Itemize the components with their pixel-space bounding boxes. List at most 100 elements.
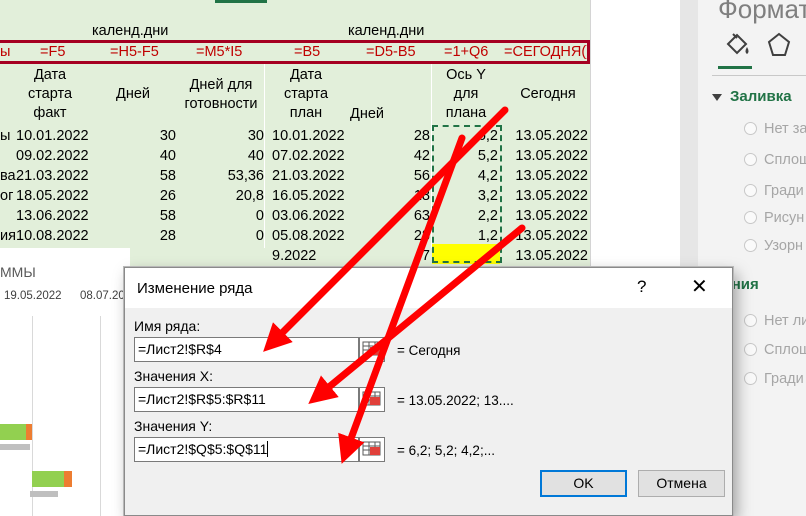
- edit-series-dialog: Изменение ряда ? ✕ Имя ряда: =Лист2!$R$4…: [124, 267, 733, 516]
- header-start-plan[interactable]: Дата старта план: [276, 66, 336, 123]
- close-button[interactable]: ✕: [691, 274, 708, 299]
- chart-title-fragment: ММЫ: [0, 264, 36, 280]
- range-picker-icon[interactable]: [359, 337, 385, 362]
- cell-f-row-1[interactable]: 10.01.2022: [16, 126, 96, 146]
- cell-r-row-5[interactable]: 13.05.2022: [504, 206, 588, 226]
- line-option-gradient[interactable]: Гради: [744, 371, 804, 387]
- cell-r-row-6[interactable]: 13.05.2022: [504, 226, 588, 246]
- pane-title: Формат: [718, 0, 806, 24]
- header-days-ready[interactable]: Дней для готовности: [178, 76, 264, 114]
- cancel-button[interactable]: Отмена: [638, 470, 725, 497]
- radio-icon: [744, 372, 757, 385]
- radio-icon: [744, 343, 757, 356]
- cell-m-row-1[interactable]: 30: [180, 126, 264, 146]
- cell-r-row-4[interactable]: 13.05.2022: [504, 186, 588, 206]
- effects-icon[interactable]: [764, 30, 796, 60]
- cell-h-row-4[interactable]: 26: [100, 186, 176, 206]
- label-calendar-days-1[interactable]: календ.дни: [92, 21, 168, 41]
- active-tab-indicator: [718, 66, 752, 69]
- cell-h-row-5[interactable]: 58: [100, 206, 176, 226]
- dialog-title: Изменение ряда: [137, 280, 253, 297]
- cell-h-row-1[interactable]: 30: [100, 126, 176, 146]
- cell-d-row-3[interactable]: 56: [350, 166, 430, 186]
- ok-button[interactable]: OK: [540, 470, 627, 497]
- header-days-2[interactable]: Дней: [342, 105, 392, 124]
- cell-b-row-3[interactable]: 21.03.2022: [272, 166, 350, 186]
- chart-bar[interactable]: [32, 471, 64, 487]
- cell-d-row-7[interactable]: 7: [350, 246, 430, 266]
- cell-d-row-4[interactable]: 18: [350, 186, 430, 206]
- chart-bar[interactable]: [64, 471, 72, 487]
- header-days[interactable]: Дней: [108, 85, 158, 104]
- chart-axis-date: 19.05.2022: [4, 290, 62, 302]
- cell-r-row-2[interactable]: 13.05.2022: [504, 146, 588, 166]
- label-calendar-days-2[interactable]: календ.дни: [348, 21, 424, 41]
- cell-m-row-6[interactable]: 0: [180, 226, 264, 246]
- cell-b-row-5[interactable]: 03.06.2022: [272, 206, 350, 226]
- x-values-preview: = 13.05.2022; 13....: [397, 393, 514, 408]
- y-values-label: Значения Y:: [134, 418, 213, 434]
- radio-icon: [744, 211, 757, 224]
- cell-b-row-1[interactable]: 10.01.2022: [272, 126, 350, 146]
- cell-h-row-2[interactable]: 40: [100, 146, 176, 166]
- series-name-label: Имя ряда:: [134, 318, 201, 334]
- spreadsheet-grid[interactable]: календ.дни календ.дни ы =F5 =H5-F5 =M5*I…: [0, 0, 590, 270]
- series-name-input[interactable]: =Лист2!$R$4: [134, 337, 359, 362]
- fill-option-picture[interactable]: Рисун: [744, 210, 804, 226]
- collapse-icon: [712, 93, 722, 101]
- chart-axis-date: 08.07.20: [80, 290, 125, 302]
- cell-f-row-4[interactable]: 18.05.2022: [16, 186, 96, 206]
- y-values-preview: = 6,2; 5,2; 4,2;...: [397, 443, 495, 458]
- cell-f-row-3[interactable]: 21.03.2022: [16, 166, 96, 186]
- pane-divider: [712, 75, 806, 76]
- help-button[interactable]: ?: [637, 277, 646, 297]
- header-y-axis[interactable]: Ось Y для плана: [434, 66, 498, 123]
- fill-option-solid[interactable]: Сплош: [744, 152, 806, 168]
- cell-b-row-6[interactable]: 05.08.2022: [272, 226, 350, 246]
- fill-option-none[interactable]: Нет за: [744, 121, 806, 137]
- cell-d-row-2[interactable]: 42: [350, 146, 430, 166]
- cell-m-row-2[interactable]: 40: [180, 146, 264, 166]
- cell-r-row-7[interactable]: 13.05.2022: [504, 246, 588, 266]
- fill-option-pattern[interactable]: Узорн: [744, 238, 803, 254]
- cell-b-row-7[interactable]: 9.2022: [272, 246, 350, 266]
- chart-bar[interactable]: [30, 491, 58, 497]
- header-start-fact[interactable]: Дата старта факт: [20, 66, 80, 123]
- selection-indicator: [215, 0, 267, 3]
- chart-gridline: [100, 316, 101, 516]
- formula-row-highlight: [0, 40, 590, 64]
- cell-b-row-4[interactable]: 16.05.2022: [272, 186, 350, 206]
- cell-d-row-6[interactable]: 28: [350, 226, 430, 246]
- range-picker-icon[interactable]: [359, 387, 385, 412]
- chart-bar[interactable]: [0, 444, 30, 450]
- header-today[interactable]: Сегодня: [508, 85, 588, 104]
- cell-f-row-2[interactable]: 09.02.2022: [16, 146, 96, 166]
- gantt-chart[interactable]: [0, 248, 130, 516]
- radio-icon: [744, 239, 757, 252]
- line-option-solid[interactable]: Сплош: [744, 342, 806, 358]
- line-option-none[interactable]: Нет ли: [744, 313, 806, 329]
- fill-line-icon[interactable]: [722, 30, 754, 60]
- cell-r-row-1[interactable]: 13.05.2022: [504, 126, 588, 146]
- chart-bar[interactable]: [0, 424, 26, 440]
- radio-icon: [744, 314, 757, 327]
- cell-f-row-5[interactable]: 13.06.2022: [16, 206, 96, 226]
- radio-icon: [744, 122, 757, 135]
- y-values-input[interactable]: =Лист2!$Q$5:$Q$11: [134, 437, 359, 462]
- range-picker-icon[interactable]: [359, 437, 385, 462]
- cell-d-row-5[interactable]: 63: [350, 206, 430, 226]
- x-values-input[interactable]: =Лист2!$R$5:$R$11: [134, 387, 359, 412]
- section-fill[interactable]: Заливка: [712, 88, 792, 105]
- fill-option-gradient[interactable]: Гради: [744, 183, 804, 199]
- cell-h-row-6[interactable]: 28: [100, 226, 176, 246]
- cell-d-row-1[interactable]: 28: [350, 126, 430, 146]
- chart-bar[interactable]: [26, 424, 32, 440]
- cell-f-row-6[interactable]: 10.08.2022: [16, 226, 96, 246]
- cell-m-row-3[interactable]: 53,36: [180, 166, 264, 186]
- cell-m-row-4[interactable]: 20,8: [180, 186, 264, 206]
- cell-h-row-3[interactable]: 58: [100, 166, 176, 186]
- cell-r-row-3[interactable]: 13.05.2022: [504, 166, 588, 186]
- cell-b-row-2[interactable]: 07.02.2022: [272, 146, 350, 166]
- cell-m-row-5[interactable]: 0: [180, 206, 264, 226]
- copy-selection-marquee: [432, 125, 502, 263]
